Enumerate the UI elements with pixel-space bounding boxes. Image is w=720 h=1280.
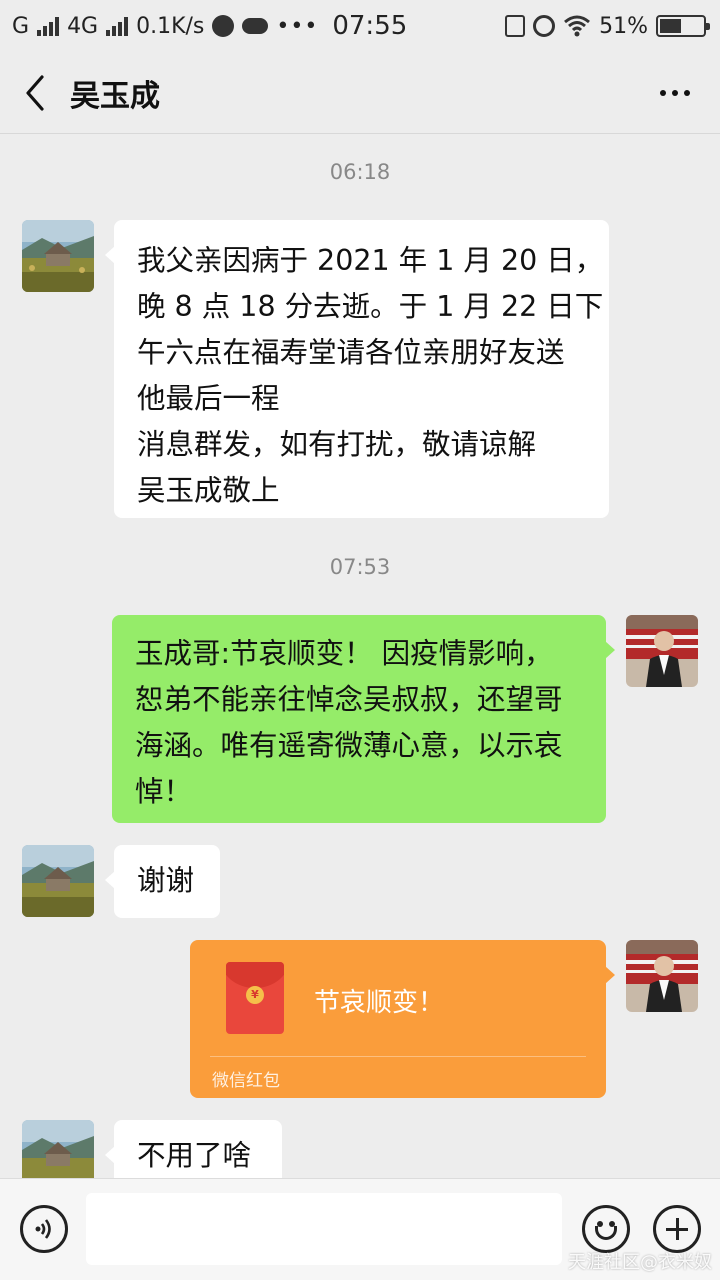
contact-avatar[interactable] — [22, 1120, 94, 1178]
received-message[interactable]: 我父亲因病于 2021 年 1 月 20 日， 晚 8 点 18 分去逝。于 1… — [105, 220, 609, 518]
emoji-button[interactable] — [582, 1205, 630, 1253]
more-notifications-icon: ••• — [276, 13, 319, 39]
more-options-button[interactable] — [630, 52, 720, 134]
red-packet-message[interactable]: ¥ 节哀顺变！ 微信红包 — [190, 940, 615, 1098]
wifi-icon — [564, 15, 591, 37]
signal-icon — [37, 16, 60, 36]
status-bar: G 4G 0.1K/s ••• 07:55 51% — [0, 0, 720, 52]
carrier-label: G — [12, 13, 30, 39]
voice-input-button[interactable] — [20, 1205, 68, 1253]
back-button[interactable] — [0, 52, 70, 134]
contact-avatar[interactable] — [22, 845, 94, 917]
contact-avatar[interactable] — [22, 220, 94, 292]
more-functions-button[interactable] — [653, 1205, 701, 1253]
dot-icon — [684, 89, 690, 96]
message-timestamp: 07:53 — [329, 555, 391, 579]
dot-icon — [660, 89, 666, 96]
red-packet-label: 微信红包 — [212, 1071, 280, 1091]
my-avatar[interactable] — [626, 615, 698, 687]
landscape-avatar-image — [22, 1120, 94, 1178]
dot-icon — [672, 89, 678, 96]
voice-icon — [35, 1219, 51, 1239]
received-message[interactable]: 不用了啥 — [105, 1120, 282, 1178]
alarm-icon — [533, 15, 556, 37]
red-packet-greeting: 节哀顺变！ — [314, 988, 445, 1018]
divider — [210, 1056, 586, 1057]
landscape-avatar-image — [22, 220, 94, 292]
vibrate-icon — [505, 15, 526, 37]
sent-message[interactable]: 玉成哥:节哀顺变！ 因疫情影响， 恕弟不能亲往悼念吴叔叔，还望哥 海涵。唯有遥寄… — [112, 615, 615, 823]
status-left: G 4G 0.1K/s ••• 07:55 — [12, 11, 407, 41]
net-speed: 0.1K/s — [136, 13, 205, 39]
landscape-avatar-image — [22, 845, 94, 917]
signal-icon-2 — [106, 16, 129, 36]
message-timestamp: 06:18 — [329, 160, 391, 184]
status-time: 07:55 — [332, 11, 408, 41]
red-packet-icon: ¥ — [226, 962, 284, 1034]
person-avatar-image — [626, 940, 698, 1012]
coin-icon: ¥ — [246, 986, 264, 1004]
emoji-icon-mouth — [595, 1226, 617, 1240]
person-avatar-image — [626, 615, 698, 687]
chevron-left-icon — [26, 74, 44, 111]
chat-header: 吴玉成 — [0, 52, 720, 134]
chat-title: 吴玉成 — [70, 78, 160, 114]
message-input[interactable] — [86, 1193, 562, 1265]
app-notification-icon — [212, 15, 235, 37]
network-type: 4G — [67, 13, 99, 39]
my-avatar[interactable] — [626, 940, 698, 1012]
battery-icon — [656, 15, 710, 37]
status-right: 51% — [505, 13, 710, 39]
cloud-icon — [242, 18, 269, 34]
watermark: 天涯社区@衣米奴 — [568, 1252, 712, 1273]
received-message[interactable]: 谢谢 — [105, 845, 220, 918]
battery-percent: 51% — [599, 13, 648, 39]
